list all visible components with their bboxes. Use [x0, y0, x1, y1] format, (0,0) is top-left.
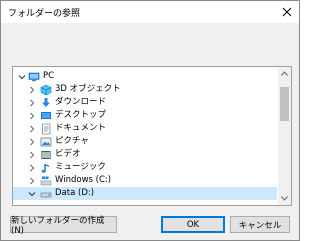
vertical-scrollbar[interactable] [278, 67, 291, 205]
new-folder-button[interactable]: 新しいフォルダーの作成(N) [10, 216, 117, 236]
tree-item-pictures[interactable]: ピクチャ [13, 135, 277, 148]
music-folder-icon [41, 163, 49, 173]
tree-item-documents[interactable]: ドキュメント [13, 122, 277, 135]
tree-item-label: Windows (C:) [55, 175, 112, 185]
tree-item-desktop[interactable]: デスクトップ [13, 109, 277, 122]
chevron-right-icon[interactable] [27, 122, 37, 135]
chevron-right-icon[interactable] [27, 96, 37, 109]
close-icon [282, 7, 292, 17]
scroll-up-button[interactable] [278, 67, 291, 80]
tree-item-videos[interactable]: ビデオ [13, 148, 277, 161]
drive-icon [40, 192, 52, 197]
chevron-right-icon[interactable] [27, 161, 37, 174]
tree-item-label: 3D オブジェクト [55, 84, 121, 94]
tree-item-label: ミュージック [55, 162, 106, 172]
pc-icon [28, 72, 40, 81]
ok-button[interactable]: OK [161, 216, 225, 233]
tree-item-label: Data (D:) [55, 188, 95, 198]
tree-item-pc[interactable]: PC [13, 70, 277, 83]
documents-folder-icon [42, 123, 51, 134]
browse-folder-dialog: フォルダーの参照 PC 3D オブジェクト ダウンロード デスクトップ ドキュメ… [0, 0, 300, 241]
chevron-up-icon [281, 71, 288, 76]
scroll-down-button[interactable] [278, 192, 291, 205]
close-button[interactable] [275, 1, 299, 23]
tree-item-label: ピクチャ [55, 136, 89, 146]
windows-drive-icon [40, 176, 52, 185]
download-folder-icon [42, 97, 50, 107]
chevron-right-icon[interactable] [27, 148, 37, 161]
tree-item-label: ビデオ [55, 149, 81, 159]
cancel-button[interactable]: キャンセル [230, 216, 290, 233]
chevron-right-icon[interactable] [27, 83, 37, 96]
tree-item-3d-objects[interactable]: 3D オブジェクト [13, 83, 277, 96]
title-bar: フォルダーの参照 [1, 1, 299, 23]
chevron-down-icon[interactable] [27, 187, 37, 200]
folder-tree[interactable]: PC 3D オブジェクト ダウンロード デスクトップ ドキュメント ピクチャ ビ… [12, 66, 292, 206]
videos-folder-icon [41, 150, 51, 159]
tree-item-label: デスクトップ [55, 110, 107, 120]
chevron-down-icon [281, 196, 288, 201]
tree-item-windows-c[interactable]: Windows (C:) [13, 174, 277, 187]
chevron-down-icon[interactable] [17, 70, 27, 83]
scrollbar-thumb[interactable] [280, 87, 289, 121]
tree-item-label: ダウンロード [55, 97, 107, 107]
tree-item-label: ドキュメント [55, 123, 107, 133]
dialog-title: フォルダーの参照 [8, 9, 81, 19]
tree-item-data-d[interactable]: Data (D:) [13, 187, 277, 200]
tree-item-downloads[interactable]: ダウンロード [13, 96, 277, 109]
tree-item-label: PC [43, 71, 55, 81]
pictures-folder-icon [40, 137, 52, 146]
chevron-right-icon[interactable] [27, 135, 37, 148]
chevron-right-icon[interactable] [27, 109, 37, 122]
desktop-folder-icon [41, 111, 51, 119]
3d-objects-icon [40, 84, 52, 95]
tree-item-music[interactable]: ミュージック [13, 161, 277, 174]
chevron-right-icon[interactable] [27, 174, 37, 187]
